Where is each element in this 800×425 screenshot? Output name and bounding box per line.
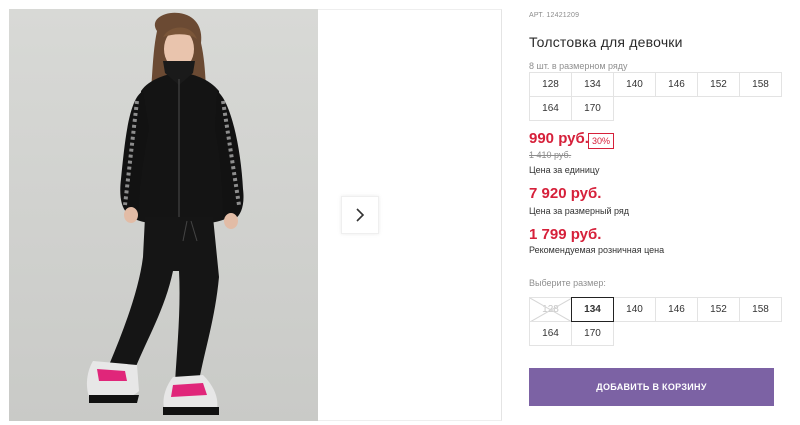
girl-in-tracksuit-image bbox=[86, 12, 244, 415]
size-row-cell: 152 bbox=[697, 72, 740, 97]
size-row-price: 7 920 руб. bbox=[529, 185, 602, 202]
size-row-price-caption: Цена за размерный ряд bbox=[529, 206, 630, 216]
size-row-label: 8 шт. в размерном ряду bbox=[529, 61, 628, 71]
size-row-cell: 128 bbox=[529, 72, 572, 97]
size-row-grid: 128 134 140 146 152 158 164 170 bbox=[529, 72, 782, 121]
size-option[interactable]: 170 bbox=[571, 321, 614, 346]
size-row-cell: 158 bbox=[739, 72, 782, 97]
size-row-cell: 134 bbox=[571, 72, 614, 97]
unit-price-caption: Цена за единицу bbox=[529, 165, 600, 175]
size-row-cell: 170 bbox=[571, 96, 614, 121]
chevron-right-icon bbox=[356, 208, 365, 222]
unavailable-cross-icon bbox=[530, 298, 572, 322]
recommended-retail-price: 1 799 руб. bbox=[529, 226, 602, 243]
size-option[interactable]: 158 bbox=[739, 297, 782, 322]
size-option[interactable]: 146 bbox=[655, 297, 698, 322]
size-option-selected[interactable]: 134 bbox=[571, 297, 614, 322]
old-price: 1 410 руб. bbox=[529, 150, 572, 160]
size-option-unavailable[interactable]: 128 bbox=[529, 297, 572, 322]
article-number: АРТ. 12421209 bbox=[529, 12, 580, 19]
product-photo[interactable] bbox=[9, 9, 318, 421]
size-row-cell: 164 bbox=[529, 96, 572, 121]
add-to-cart-button[interactable]: ДОБАВИТЬ В КОРЗИНУ bbox=[529, 368, 774, 406]
discount-badge: 30% bbox=[588, 133, 615, 149]
current-price: 990 руб. bbox=[529, 130, 589, 147]
size-row-cell: 146 bbox=[655, 72, 698, 97]
size-option[interactable]: 152 bbox=[697, 297, 740, 322]
product-title: Толстовка для девочки bbox=[529, 34, 683, 50]
size-option[interactable]: 164 bbox=[529, 321, 572, 346]
choose-size-label: Выберите размер: bbox=[529, 278, 606, 288]
next-image-button[interactable] bbox=[341, 196, 379, 234]
recommended-retail-caption: Рекомендуемая розничная цена bbox=[529, 245, 665, 255]
product-gallery bbox=[0, 0, 502, 425]
size-selector: 128 134 140 146 152 158 164 170 bbox=[529, 297, 782, 346]
product-info-panel: АРТ. 12421209 Толстовка для девочки 8 шт… bbox=[529, 0, 782, 425]
size-option[interactable]: 140 bbox=[613, 297, 656, 322]
size-row-cell: 140 bbox=[613, 72, 656, 97]
